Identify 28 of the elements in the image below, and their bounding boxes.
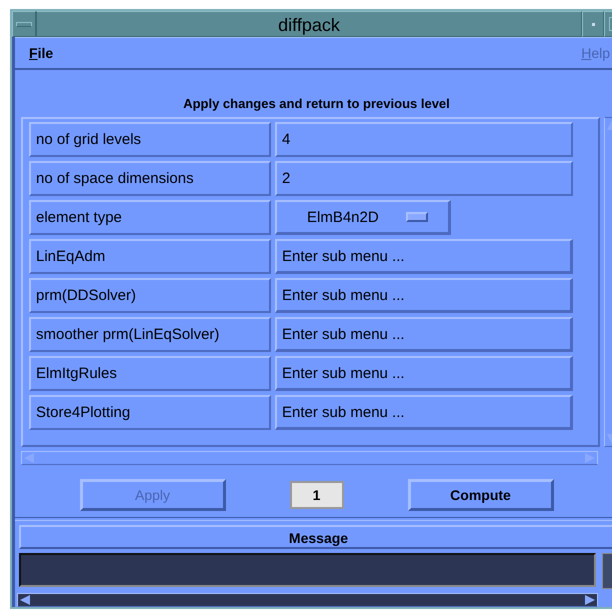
value-field[interactable]: 4 xyxy=(275,122,573,157)
parameter-label: ElmItgRules xyxy=(29,356,271,391)
menu-item[interactable]: File xyxy=(29,45,54,61)
submenu-button[interactable]: Enter sub menu ... xyxy=(275,356,573,391)
parameter-label: no of grid levels xyxy=(29,122,271,157)
message-horizontal-scrollbar[interactable] xyxy=(17,593,598,607)
heading-text: Apply changes and return to previous level xyxy=(182,95,451,113)
submenu-button[interactable]: Enter sub menu ... xyxy=(275,317,573,352)
option-menu-button[interactable]: ElmB4n2D xyxy=(275,200,451,235)
parameter-label: Store4Plotting xyxy=(29,395,271,430)
window-menu-button[interactable] xyxy=(12,11,36,37)
submenu-button[interactable]: Enter sub menu ... xyxy=(275,239,573,274)
submenu-button[interactable]: Enter sub menu ... xyxy=(275,395,573,430)
parameter-label: LinEqAdm xyxy=(29,239,271,274)
counter-field[interactable]: 1 xyxy=(290,481,344,509)
parameter-label: smoother prm(LinEqSolver) xyxy=(29,317,271,352)
message-header: Message xyxy=(19,525,612,549)
horizontal-scrollbar[interactable] xyxy=(21,451,598,465)
submenu-button[interactable]: Enter sub menu ... xyxy=(275,278,573,313)
parameter-label: no of space dimensions xyxy=(29,161,271,196)
window-title: diffpack xyxy=(36,11,582,37)
compute-button[interactable]: Compute xyxy=(408,479,554,511)
value-field[interactable]: 2 xyxy=(275,161,573,196)
sash-handle[interactable] xyxy=(15,517,612,521)
minimize-button[interactable] xyxy=(582,11,604,37)
option-indicator-icon xyxy=(406,212,428,222)
parameter-label: element type xyxy=(29,200,271,235)
parameter-label: prm(DDSolver) xyxy=(29,278,271,313)
